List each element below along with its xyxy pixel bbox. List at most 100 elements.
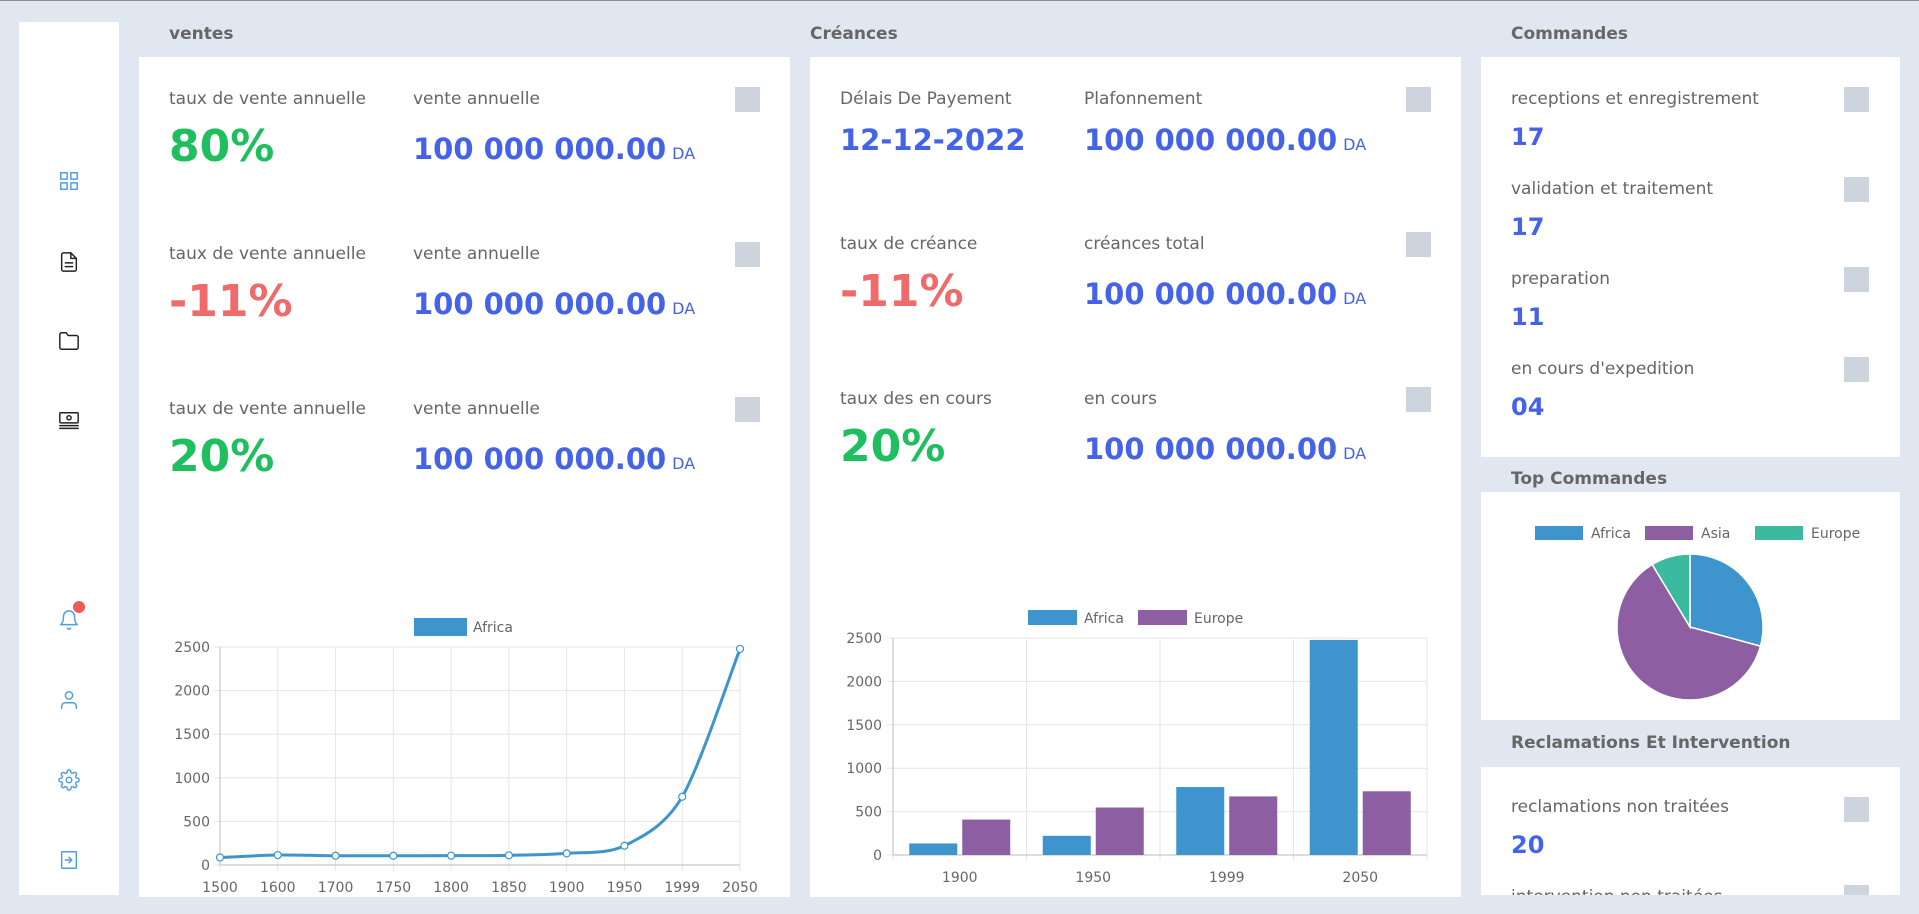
sidebar <box>19 22 119 895</box>
x-tick-label: 1850 <box>491 880 527 896</box>
row-checkbox[interactable] <box>1844 885 1869 895</box>
ventes-section-title: ventes <box>169 24 234 44</box>
money-stack-icon[interactable] <box>56 408 82 434</box>
data-point <box>447 851 456 860</box>
row-checkbox[interactable] <box>1844 267 1869 292</box>
x-tick-label: 1950 <box>1075 870 1111 886</box>
claims-label: reclamations non traitées <box>1511 797 1729 817</box>
commandes-section-title: Commandes <box>1511 24 1628 44</box>
x-tick-label: 1999 <box>1209 870 1245 886</box>
y-tick-label: 2500 <box>174 640 210 656</box>
dashboard-grid-icon[interactable] <box>56 168 82 194</box>
legend-label-africa: Africa <box>1591 526 1631 542</box>
logout-icon[interactable] <box>56 847 82 873</box>
ongoing-label: en cours <box>1084 389 1158 409</box>
data-point <box>331 851 340 860</box>
bell-icon[interactable] <box>56 601 85 633</box>
row-checkbox[interactable] <box>1844 177 1869 202</box>
ceiling-amount: 100 000 000.00 DA <box>1084 123 1367 157</box>
legend-swatch-asia <box>1645 526 1693 540</box>
order-status-count: 11 <box>1511 303 1545 331</box>
sales-label: vente annuelle <box>413 399 540 419</box>
y-tick-label: 0 <box>873 848 882 864</box>
x-tick-label: 1900 <box>942 870 978 886</box>
row-checkbox[interactable] <box>735 242 760 267</box>
bar-europe <box>962 819 1011 855</box>
legend-swatch-africa <box>1028 610 1077 625</box>
y-tick-label: 2500 <box>846 631 882 647</box>
x-tick-label: 1900 <box>549 880 585 896</box>
row-checkbox[interactable] <box>1406 87 1431 112</box>
top-commandes-card: Africa Asia Europe <box>1481 492 1900 720</box>
row-checkbox[interactable] <box>1844 797 1869 822</box>
payment-deadline-value: 12-12-2022 <box>840 123 1026 157</box>
document-icon[interactable] <box>56 249 82 275</box>
notification-badge <box>73 601 85 613</box>
x-tick-label: 1950 <box>607 880 643 896</box>
commandes-card: receptions et enregistrement 17 validati… <box>1481 57 1900 457</box>
y-tick-label: 500 <box>855 805 882 821</box>
x-tick-label: 1700 <box>318 880 354 896</box>
user-icon[interactable] <box>56 687 82 713</box>
sales-label: vente annuelle <box>413 244 540 264</box>
order-status-count: 04 <box>1511 393 1545 421</box>
debt-total-label: créances total <box>1084 234 1205 254</box>
bar-africa <box>909 843 958 855</box>
ongoing-rate-value: 20% <box>840 421 946 472</box>
series-line-africa <box>219 648 742 859</box>
order-status-label: receptions et enregistrement <box>1511 89 1759 109</box>
debt-rate-label: taux de créance <box>840 234 978 254</box>
data-point <box>620 841 629 850</box>
ongoing-rate-label: taux des en cours <box>840 389 992 409</box>
folder-icon[interactable] <box>56 328 82 354</box>
sales-rate-value: 20% <box>169 431 275 482</box>
data-point <box>504 851 513 860</box>
legend-swatch-africa <box>414 618 467 636</box>
sales-rate-value: -11% <box>169 276 293 327</box>
ceiling-label: Plafonnement <box>1084 89 1203 109</box>
bar-europe <box>1095 807 1144 855</box>
row-checkbox[interactable] <box>1406 387 1431 412</box>
x-tick-label: 1750 <box>376 880 412 896</box>
creances-section-title: Créances <box>810 24 898 44</box>
legend-label-africa: Africa <box>473 620 513 636</box>
data-point <box>389 851 398 860</box>
ventes-card: taux de vente annuelle 80% vente annuell… <box>139 57 790 897</box>
row-checkbox[interactable] <box>1844 87 1869 112</box>
reclamations-card: reclamations non traitées 20 interventio… <box>1481 767 1900 895</box>
row-checkbox[interactable] <box>735 397 760 422</box>
legend-label-asia: Asia <box>1701 526 1730 542</box>
y-tick-label: 2000 <box>846 674 882 690</box>
top-commandes-title: Top Commandes <box>1511 469 1668 489</box>
africa-line-chart: Africa 0 500 1000 1500 2000 2500 1500 1600 1700 17… <box>174 618 758 896</box>
bar-europe <box>1229 796 1278 855</box>
legend-swatch-africa <box>1535 526 1583 540</box>
row-checkbox[interactable] <box>735 87 760 112</box>
legend-label-europe: Europe <box>1811 526 1860 542</box>
order-status-label: validation et traitement <box>1511 179 1714 199</box>
legend-label-europe: Europe <box>1194 611 1243 627</box>
sales-amount: 100 000 000.00 DA <box>413 442 696 476</box>
sales-label: vente annuelle <box>413 89 540 109</box>
sales-rate-value: 80% <box>169 121 275 172</box>
top-commandes-pie-chart: Africa Asia Europe <box>1535 526 1860 701</box>
row-checkbox[interactable] <box>1406 232 1431 257</box>
data-point <box>678 792 687 801</box>
debt-rate-value: -11% <box>840 266 964 317</box>
order-status-count: 17 <box>1511 213 1545 241</box>
rate-label: taux de vente annuelle <box>169 89 366 109</box>
x-tick-label: 1999 <box>664 880 700 896</box>
interventions-label: intervention non traitées <box>1511 887 1722 895</box>
rate-label: taux de vente annuelle <box>169 244 366 264</box>
x-tick-label: 1500 <box>202 880 238 896</box>
y-tick-label: 1500 <box>846 718 882 734</box>
rate-label: taux de vente annuelle <box>169 399 366 419</box>
payment-deadline-label: Délais De Payement <box>840 89 1012 109</box>
reclamations-title: Reclamations Et Intervention <box>1511 733 1791 753</box>
settings-icon[interactable] <box>56 767 82 793</box>
row-checkbox[interactable] <box>1844 357 1869 382</box>
legend-swatch-europe <box>1138 610 1187 625</box>
ongoing-amount: 100 000 000.00 DA <box>1084 432 1367 466</box>
order-status-label: preparation <box>1511 269 1611 289</box>
y-tick-label: 1000 <box>174 771 210 787</box>
